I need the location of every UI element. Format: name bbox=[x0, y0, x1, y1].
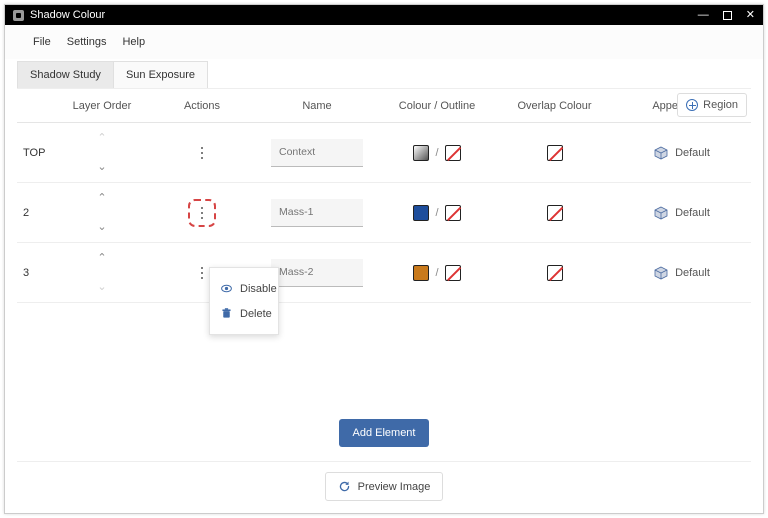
overlap-colour-swatch[interactable] bbox=[547, 205, 563, 221]
col-colour: Colour / Outline bbox=[377, 100, 497, 112]
menu-item-label: Delete bbox=[240, 308, 272, 320]
table-header: Layer Order Actions Name Colour / Outlin… bbox=[17, 89, 751, 123]
col-actions: Actions bbox=[147, 100, 257, 112]
name-input[interactable] bbox=[271, 199, 363, 227]
refresh-icon bbox=[338, 480, 351, 493]
colour-sep: / bbox=[435, 207, 438, 219]
add-element-button[interactable]: Add Element bbox=[339, 419, 430, 447]
row-actions-menu: Disable Delete bbox=[209, 267, 279, 335]
fill-colour-swatch[interactable] bbox=[413, 265, 429, 281]
highlight-ring bbox=[188, 199, 216, 227]
table-row: TOP ⌃ ⌄ / bbox=[17, 123, 751, 183]
menu-item-delete[interactable]: Delete bbox=[210, 301, 278, 326]
menu-item-label: Disable bbox=[240, 283, 277, 295]
menu-settings[interactable]: Settings bbox=[67, 36, 107, 48]
outline-colour-swatch[interactable] bbox=[445, 205, 461, 221]
move-down-button[interactable]: ⌄ bbox=[97, 222, 106, 233]
move-up-button[interactable]: ⌃ bbox=[97, 193, 106, 204]
window-title: Shadow Colour bbox=[30, 9, 105, 21]
overlap-colour-swatch[interactable] bbox=[547, 145, 563, 161]
overlap-colour-swatch[interactable] bbox=[547, 265, 563, 281]
outline-colour-swatch[interactable] bbox=[445, 145, 461, 161]
move-up-button[interactable]: ⌃ bbox=[97, 133, 106, 144]
trash-icon bbox=[220, 307, 233, 320]
row-actions-menu-button[interactable] bbox=[193, 199, 211, 227]
col-layer-order: Layer Order bbox=[57, 100, 147, 112]
menu-help[interactable]: Help bbox=[122, 36, 145, 48]
cube-icon bbox=[654, 146, 668, 160]
col-name: Name bbox=[257, 100, 377, 112]
eye-icon bbox=[220, 282, 233, 295]
region-button-label: Region bbox=[703, 99, 738, 111]
outline-colour-swatch[interactable] bbox=[445, 265, 461, 281]
move-up-button[interactable]: ⌃ bbox=[97, 253, 106, 264]
divider bbox=[17, 461, 751, 462]
menu-item-disable[interactable]: Disable bbox=[210, 276, 278, 301]
row-id: 2 bbox=[17, 207, 57, 219]
col-overlap: Overlap Colour bbox=[497, 100, 612, 112]
tabs: Shadow Study Sun Exposure bbox=[17, 61, 751, 88]
add-region-button[interactable]: Region bbox=[677, 93, 747, 117]
tab-sun-exposure[interactable]: Sun Exposure bbox=[114, 61, 208, 88]
row-id: 3 bbox=[17, 267, 57, 279]
table-row: 3 ⌃ ⌄ / bbox=[17, 243, 751, 303]
fill-colour-swatch[interactable] bbox=[413, 145, 429, 161]
plus-circle-icon bbox=[686, 99, 698, 111]
appearance-label[interactable]: Default bbox=[675, 207, 710, 219]
maximize-button[interactable] bbox=[723, 11, 732, 20]
fill-colour-swatch[interactable] bbox=[413, 205, 429, 221]
app-icon bbox=[13, 10, 24, 21]
colour-sep: / bbox=[435, 267, 438, 279]
title-bar: Shadow Colour — ✕ bbox=[5, 5, 763, 25]
preview-button-label: Preview Image bbox=[358, 481, 431, 493]
name-input[interactable] bbox=[271, 139, 363, 167]
move-down-button[interactable]: ⌄ bbox=[97, 162, 106, 173]
row-actions-menu-button[interactable] bbox=[193, 139, 211, 167]
menu-file[interactable]: File bbox=[33, 36, 51, 48]
appearance-label[interactable]: Default bbox=[675, 147, 710, 159]
name-input[interactable] bbox=[271, 259, 363, 287]
row-id: TOP bbox=[17, 147, 57, 159]
close-button[interactable]: ✕ bbox=[746, 10, 755, 21]
cube-icon bbox=[654, 206, 668, 220]
table-row: 2 ⌃ ⌄ / bbox=[17, 183, 751, 243]
minimize-button[interactable]: — bbox=[698, 10, 709, 21]
tab-shadow-study[interactable]: Shadow Study bbox=[17, 61, 114, 88]
menu-bar: File Settings Help bbox=[5, 25, 763, 59]
colour-sep: / bbox=[435, 147, 438, 159]
preview-image-button[interactable]: Preview Image bbox=[325, 472, 444, 501]
cube-icon bbox=[654, 266, 668, 280]
move-down-button[interactable]: ⌄ bbox=[97, 282, 106, 293]
appearance-label[interactable]: Default bbox=[675, 267, 710, 279]
